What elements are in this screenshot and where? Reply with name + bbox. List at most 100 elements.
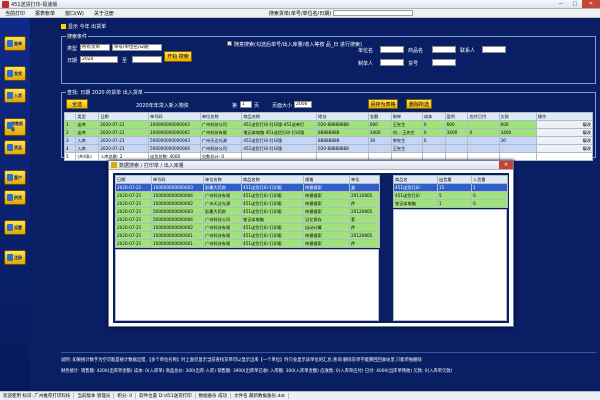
col-header[interactable]: 单位: [349, 175, 380, 184]
key-icon: [7, 254, 13, 261]
col-header[interactable]: 欠款: [498, 112, 537, 121]
col-header[interactable]: 入货量: [471, 175, 508, 184]
status-location: 软件位置 D:\451送货打印: [136, 393, 196, 399]
page-label: 第: [232, 103, 238, 109]
info-bar: 说明: 如果统计数字为空可能是统计数据出错,【多个单位名称】时上面仅显示当前查找…: [61, 352, 596, 380]
supplier-icon: [7, 194, 13, 201]
page-unit: 页: [254, 103, 260, 109]
unit-label: 单位名: [358, 48, 374, 54]
document-icon: [7, 40, 13, 47]
table-row[interactable]: 451送货打印 5 0: [393, 191, 508, 200]
status-version: 当前版本 管理员: [74, 393, 115, 399]
maker-input[interactable]: [380, 59, 404, 66]
sidebar-item-query[interactable]: 查单: [4, 36, 26, 51]
type-select[interactable]: 所有货单: [80, 44, 110, 51]
sidebar-item-settings[interactable]: 设置: [4, 220, 26, 235]
status-filename: 文件名 最新数据备份.dat: [231, 393, 289, 399]
table-header-row: 类型 日期 单号码 单位名称 商品名称 地址 金额 制单 成本 盈利 应付已付 …: [63, 112, 594, 121]
menu-search-label: 搜索货单(单号/单位名/日期): [268, 10, 332, 17]
col-header[interactable]: 单号码: [151, 175, 204, 184]
table-row[interactable]: 2020-07-21 100000000000004 广州科技有限 451送货打印-打…: [115, 191, 380, 200]
sidebar-item-customer[interactable]: 客户: [4, 170, 26, 185]
menu-search-input[interactable]: [333, 10, 414, 16]
table-row[interactable]: 2020-07-21 100000000000002 广州科技有限 451送货打印-打…: [115, 223, 380, 232]
table-row[interactable]: 2020-07-21 100000000000003 彩墨大药房 451送货打印-打印…: [115, 183, 380, 192]
col-header[interactable]: 规格: [303, 175, 350, 184]
col-header[interactable]: 出货量: [437, 175, 472, 184]
maximize-button[interactable]: □: [568, 0, 582, 8]
table-row[interactable]: 2020-07-21 500000000000004 广州科技公司 笔记本电脑 记忆保存…: [115, 215, 380, 224]
col-header[interactable]: 日期: [115, 175, 152, 184]
date-to-label: 至: [122, 58, 128, 64]
date-to-input[interactable]: [132, 56, 162, 63]
col-header[interactable]: 金额: [367, 112, 392, 121]
menu-item-window[interactable]: 窗口(W): [60, 10, 89, 17]
contact-input[interactable]: [482, 46, 506, 53]
export-button[interactable]: 另存为表格: [368, 99, 398, 109]
col-header[interactable]: 地址: [316, 112, 369, 121]
col-header[interactable]: 盈利: [444, 112, 469, 121]
table-row[interactable]: 笔记本电脑 1 0: [393, 199, 508, 208]
sidebar-item-supplier[interactable]: 供货: [4, 190, 26, 205]
col-header[interactable]: 类型: [75, 112, 100, 121]
edit-button[interactable]: 编改: [535, 144, 594, 153]
table-row[interactable]: 1 出库 2020-07-21 100000000000003 广州科技公司 451送货打…: [63, 120, 594, 129]
delete-selected-button[interactable]: 删除所选: [406, 99, 432, 109]
edit-button[interactable]: 编改: [535, 120, 594, 129]
fuzzy-search-checkbox[interactable]: ✓: [227, 41, 232, 46]
col-header[interactable]: 单位名称: [203, 175, 242, 184]
col-header[interactable]: 应付已付: [467, 112, 500, 121]
col-header[interactable]: 单位名称: [199, 112, 243, 121]
menu-item-print[interactable]: 当前打印: [0, 10, 30, 17]
status-welcome: 欢迎使用 标识: 广州推荐打印科技: [0, 393, 75, 399]
filter-group: 搜索条件 类型 所有货单 单号/单位名/日期 日期 2020 至 开始 搜索 ✓…: [61, 33, 596, 84]
page-size-label: 页面大小: [272, 103, 293, 109]
list-group: 查找: 日期 2020 的货单 出入货单 全选 2020年年货入新入物资 第 1…: [61, 89, 596, 161]
select-all-button[interactable]: 全选: [66, 99, 88, 109]
col-header[interactable]: 日期: [98, 112, 149, 121]
table-row[interactable]: 2020-07-21 500000000000003 彩墨大药房 451送货打印-打印…: [115, 207, 380, 216]
table-row[interactable]: 2020-07-21 100000000000001 广州科技有限 451送货打印-打…: [115, 239, 380, 248]
col-header[interactable]: 商品名称: [241, 112, 318, 121]
sidebar-item-goods[interactable]: 货品: [4, 140, 26, 155]
sidebar-item-ship[interactable]: 发货: [4, 66, 26, 81]
menu-item-about[interactable]: 关于注册: [89, 10, 119, 17]
page-size-input[interactable]: 2000: [294, 101, 312, 108]
popup-empty-area: [115, 249, 379, 321]
box-icon: [7, 92, 13, 99]
keyword-input[interactable]: 单号/单位名/日期: [112, 44, 162, 51]
table-row[interactable]: 2020-07-21 100000000000001 广州科技有限 451送货打印-打…: [115, 231, 380, 240]
sidebar-item-stockin[interactable]: 入货: [4, 88, 26, 103]
popup-summary-empty: [393, 209, 507, 321]
col-header[interactable]: 制单: [390, 112, 423, 121]
status-backup: 数据备份 成功: [196, 393, 232, 399]
table-row[interactable]: 2020-07-21 100000000000002 广州天达光源 451送货打印-打…: [115, 199, 380, 208]
table-row[interactable]: 2 出库 2020-07-21 100000000000002 广州科技有限 笔记本电脑 …: [63, 128, 594, 137]
table-header-row: 日期 单号码 单位名称 商品名称 规格 单位: [115, 175, 380, 184]
page-input[interactable]: 1: [240, 101, 252, 108]
title-bar: 451送货打印-极速版 — □ ✕: [0, 0, 600, 9]
popup-close-button[interactable]: ✕: [499, 161, 513, 169]
col-header[interactable]: 成本: [421, 112, 446, 121]
table-row[interactable]: 3 入库 2020-07-21 500000000000003 广州天达光源 451送货打…: [63, 136, 594, 145]
goods-input[interactable]: [432, 46, 456, 53]
minimize-button[interactable]: —: [554, 0, 568, 8]
sidebar-item-register[interactable]: 注册: [4, 250, 26, 265]
col-header[interactable]: 商品名: [393, 175, 438, 184]
col-header[interactable]: 商品名称: [241, 175, 304, 184]
col-header[interactable]: 单号码: [148, 112, 201, 121]
edit-button[interactable]: 编改: [535, 136, 594, 145]
type-label: 类型: [67, 46, 78, 52]
sidebar-item-report[interactable]: 销售报表: [4, 118, 26, 136]
menu-item-report[interactable]: 报表帐单: [30, 10, 60, 17]
date-from-input[interactable]: 2020: [80, 56, 118, 63]
search-button[interactable]: 开始 搜索: [164, 51, 192, 62]
table-row[interactable]: 4 入库 2020-07-21 500000000000004 广州科技公司 451送货打…: [63, 144, 594, 153]
table-row[interactable]: 451送货打印 15 1: [393, 183, 508, 192]
popup-title: 数据搜索 / 打印单 / 出入库量: [119, 162, 184, 169]
detail-popup: 数据搜索 / 打印单 / 出入库量 ✕ 日期 单号码 单位名称 商品名称 规格 …: [108, 160, 514, 327]
remark-input[interactable]: [432, 59, 456, 66]
edit-button[interactable]: 编改: [535, 128, 594, 137]
unit-input[interactable]: [380, 46, 404, 53]
close-button[interactable]: ✕: [582, 0, 600, 8]
